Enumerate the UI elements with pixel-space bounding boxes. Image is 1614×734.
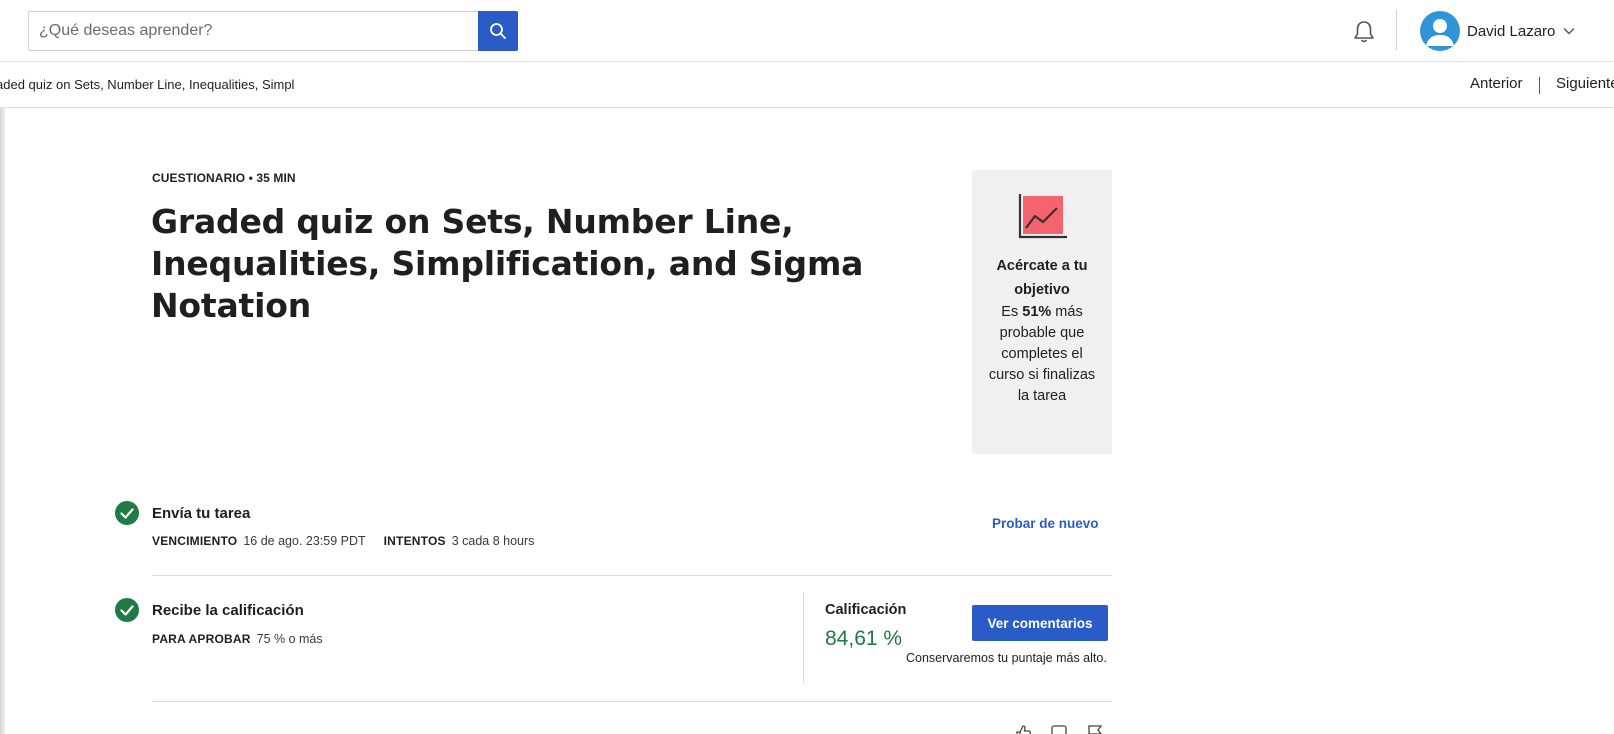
sidebar-edge [0,108,5,734]
user-icon [1426,19,1454,46]
grade-label: Calificación [825,602,907,618]
view-feedback-button[interactable]: Ver comentarios [972,605,1108,641]
next-link[interactable]: Siguiente [1556,75,1614,92]
avatar [1420,11,1460,51]
search-button[interactable] [478,11,518,51]
grade-value: 84,61 % [825,627,903,650]
submit-meta: VENCIMIENTO 16 de ago. 23:59 PDT INTENTO… [152,534,534,548]
trend-chart-icon [1018,194,1067,239]
nav-divider [1539,77,1540,94]
goal-text: Es 51% más probable que completes el cur… [988,304,1096,404]
top-header: David Lazaro [0,0,1614,62]
user-menu[interactable]: David Lazaro [1420,10,1575,52]
grade-row-title: Recibe la calificación [152,602,304,619]
user-name: David Lazaro [1467,22,1556,40]
flag-icon[interactable] [1086,724,1104,734]
search-input[interactable] [28,11,478,51]
grade-complete-check-icon [115,598,139,622]
row-divider-bottom [152,701,1112,702]
goal-percent: 51% [1022,304,1052,320]
row-divider [152,575,1112,576]
grade-meta: PARA APROBAR 75 % o más [152,632,323,646]
search-icon [490,23,506,39]
item-actions [1014,724,1104,734]
highest-score-note: Conservaremos tu puntaje más alto. [906,651,1107,665]
attempts-value: 3 cada 8 hours [451,534,535,548]
submit-title: Envía tu tarea [152,505,251,522]
search-bar [28,11,518,51]
item-navigation-bar: aded quiz on Sets, Number Line, Inequali… [0,62,1614,108]
like-icon[interactable] [1014,724,1032,734]
chevron-down-icon [1563,28,1575,35]
goal-title: Acércate a tu objetivo [996,258,1088,298]
goal-card: Acércate a tu objetivo Es 51% más probab… [972,170,1112,454]
header-divider [1396,10,1397,50]
pass-label: PARA APROBAR [152,632,251,646]
submit-complete-check-icon [115,501,139,525]
try-again-link[interactable]: Probar de nuevo [992,516,1099,531]
grade-divider [803,592,804,683]
notifications-bell-icon[interactable] [1350,18,1378,46]
due-value: 16 de ago. 23:59 PDT [243,534,366,548]
comment-icon[interactable] [1050,724,1068,734]
previous-link[interactable]: Anterior [1470,75,1523,92]
attempts-label: INTENTOS [383,534,446,548]
item-type-label: CUESTIONARIO • 35 MIN [152,171,296,185]
due-label: VENCIMIENTO [152,534,238,548]
page-title: Graded quiz on Sets, Number Line, Inequa… [151,202,864,325]
breadcrumb[interactable]: aded quiz on Sets, Number Line, Inequali… [0,77,294,92]
pass-value: 75 % o más [256,632,323,646]
